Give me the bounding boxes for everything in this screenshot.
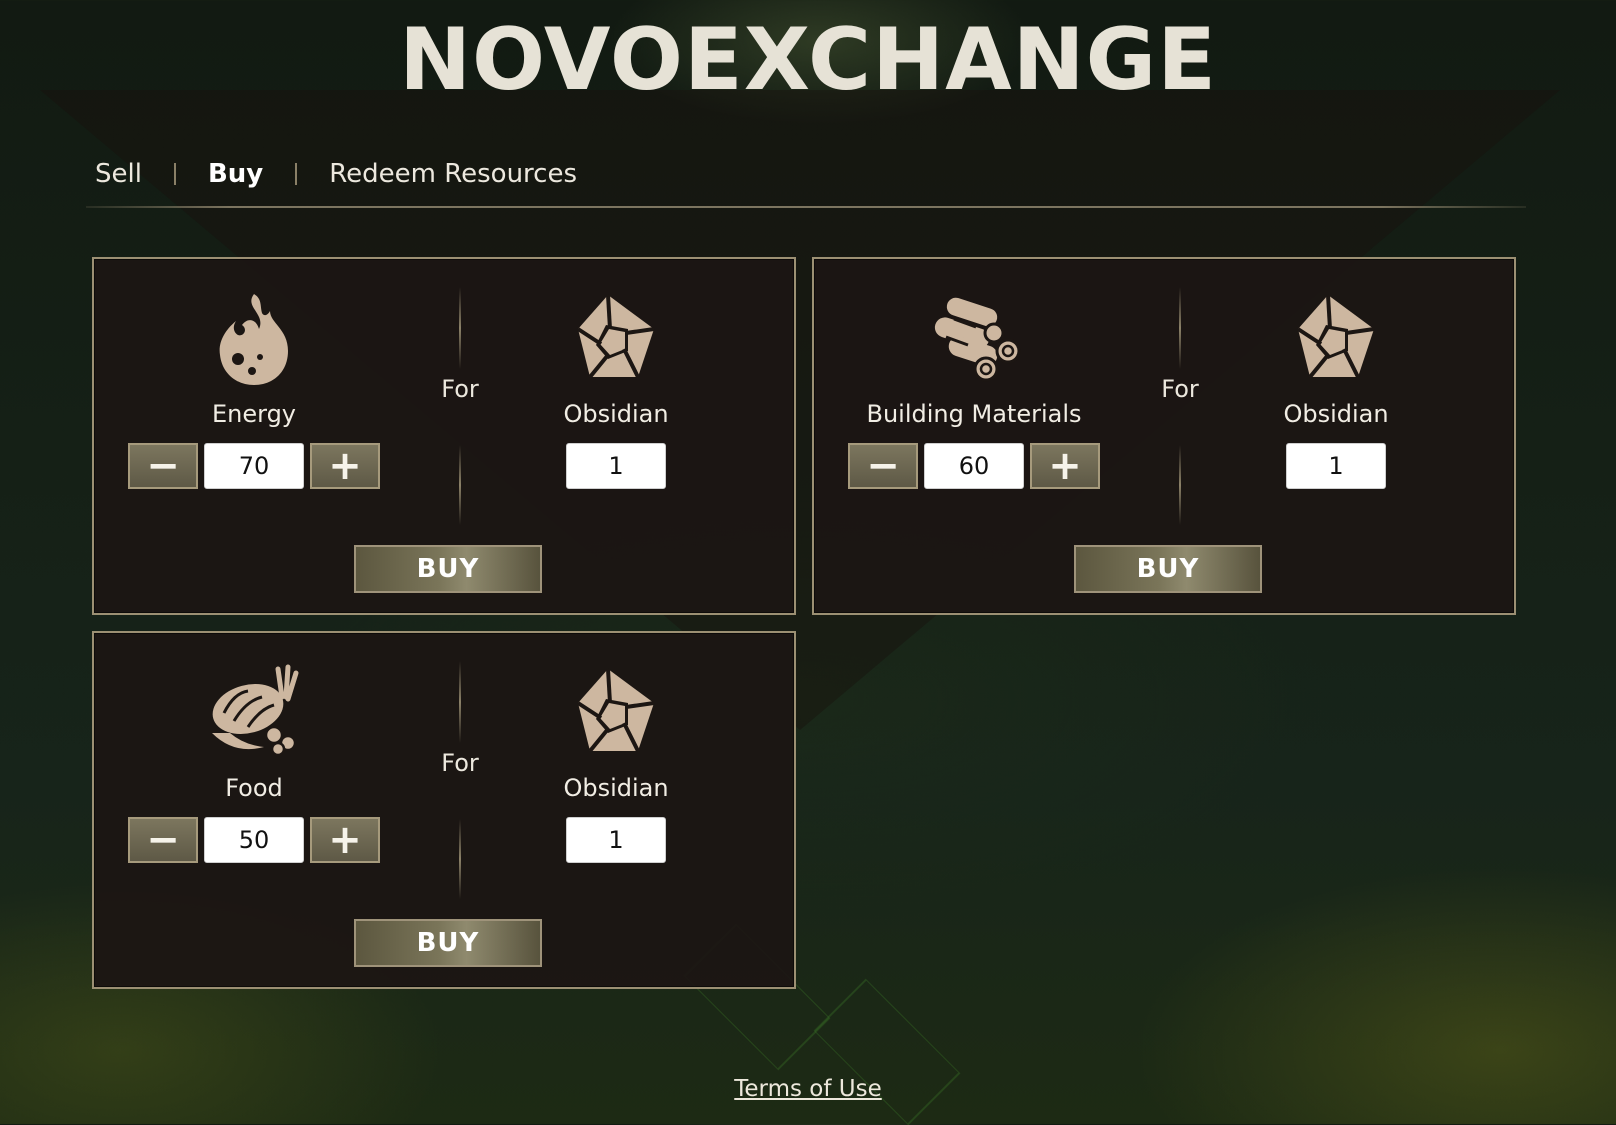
price-input[interactable]: 1 [566,443,666,489]
vertical-divider [459,287,461,369]
buy-button[interactable]: BUY [1074,545,1262,593]
buy-button[interactable]: BUY [354,919,542,967]
vertical-divider [1179,445,1181,525]
quantity-stepper: − 70 + [119,443,389,489]
resource-name: Food [225,774,283,802]
resource-column: Food − 50 + [119,663,389,863]
trade-card-food: Food − 50 + For Obsidian 1 BUY [92,631,796,989]
obsidian-gem-icon [576,294,655,379]
vertical-divider [459,819,461,899]
trade-card-building-materials: Building Materials − 60 + For Obsidian 1… [812,257,1516,615]
buy-button[interactable]: BUY [354,545,542,593]
quantity-input[interactable]: 60 [924,443,1024,489]
resource-column: Energy − 70 + [119,289,389,489]
resource-name: Energy [211,400,297,428]
price-input[interactable]: 1 [1286,443,1386,489]
quantity-input[interactable]: 50 [204,817,304,863]
quantity-stepper: − 60 + [839,443,1109,489]
currency-column: Obsidian 1 [506,289,726,489]
increment-button[interactable]: + [310,817,380,863]
tab-sell[interactable]: Sell [95,159,142,189]
for-label: For [1161,375,1199,403]
tab-buy[interactable]: Buy [208,159,263,189]
increment-button[interactable]: + [1030,443,1100,489]
page-title: NOVOEXCHANGE [399,10,1217,110]
currency-name: Obsidian [563,400,669,428]
currency-name: Obsidian [563,774,669,802]
decrement-button[interactable]: − [848,443,918,489]
vertical-divider [459,661,461,743]
for-label: For [441,375,479,403]
exchange-tabs: Sell Buy Redeem Resources [95,152,577,196]
obsidian-gem-icon [1296,294,1375,379]
decrement-button[interactable]: − [128,817,198,863]
logs-icon [934,297,1021,382]
price-input[interactable]: 1 [566,817,666,863]
increment-button[interactable]: + [310,443,380,489]
currency-name: Obsidian [1283,400,1389,428]
background-fence [813,978,961,1125]
currency-column: Obsidian 1 [1226,289,1446,489]
quantity-input[interactable]: 70 [204,443,304,489]
vertical-divider [1179,287,1181,369]
resource-name: Building Materials [866,400,1082,428]
flame-icon [219,294,288,385]
tabs-divider [86,206,1526,208]
bread-icon [212,664,299,757]
decrement-button[interactable]: − [128,443,198,489]
vertical-divider [459,445,461,525]
tab-redeem-resources[interactable]: Redeem Resources [329,159,577,189]
terms-of-use-link[interactable]: Terms of Use [0,1076,1616,1102]
trade-card-energy: Energy − 70 + For Obsidian 1 BUY [92,257,796,615]
tab-separator [173,163,176,185]
quantity-stepper: − 50 + [119,817,389,863]
for-label: For [441,749,479,777]
resource-column: Building Materials − 60 + [839,289,1109,489]
currency-column: Obsidian 1 [506,663,726,863]
tab-separator [295,163,298,185]
obsidian-gem-icon [576,668,655,753]
